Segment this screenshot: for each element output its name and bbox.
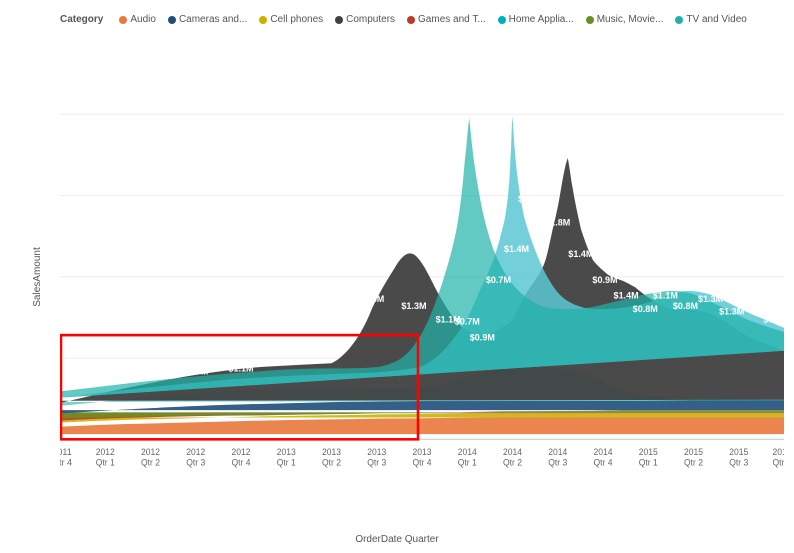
- chart-svg: 2011 Qtr 4 2012 Qtr 1 2012 Qtr 2 2012 Qt…: [60, 33, 784, 481]
- svg-text:$0.7M: $0.7M: [486, 275, 511, 285]
- svg-text:Qtr 2: Qtr 2: [503, 457, 522, 467]
- legend-item: Cameras and...: [168, 14, 247, 25]
- svg-text:2012: 2012: [232, 447, 251, 457]
- svg-text:$2.3M: $2.3M: [359, 294, 384, 304]
- svg-text:Qtr 1: Qtr 1: [458, 457, 477, 467]
- legend-item: Music, Movie...: [586, 14, 664, 25]
- legend: Category Audio Cameras and... Cell phones C…: [60, 10, 784, 33]
- legend-item: Cell phones: [259, 14, 323, 25]
- svg-text:$0.8M: $0.8M: [633, 304, 658, 314]
- legend-item-label: Computers: [346, 14, 395, 25]
- svg-text:Qtr 4: Qtr 4: [773, 457, 784, 467]
- svg-text:2012: 2012: [186, 447, 205, 457]
- svg-text:2014: 2014: [594, 447, 613, 457]
- legend-item-label: TV and Video: [686, 14, 746, 25]
- legend-color-dot: [335, 16, 343, 24]
- svg-text:$1.3M: $1.3M: [698, 294, 723, 304]
- svg-text:Qtr 1: Qtr 1: [639, 457, 658, 467]
- legend-color-dot: [168, 16, 176, 24]
- svg-text:Qtr 4: Qtr 4: [413, 457, 432, 467]
- svg-text:2015: 2015: [639, 447, 658, 457]
- legend-item: TV and Video: [675, 14, 746, 25]
- legend-item-label: Home Applia...: [509, 14, 574, 25]
- svg-text:Qtr 3: Qtr 3: [186, 457, 205, 467]
- legend-item-label: Music, Movie...: [597, 14, 664, 25]
- svg-text:$0.9M: $0.9M: [470, 332, 495, 342]
- svg-text:$1.1M: $1.1M: [228, 363, 253, 373]
- legend-title: Category: [60, 14, 103, 25]
- svg-text:Qtr 3: Qtr 3: [729, 457, 748, 467]
- svg-text:2011: 2011: [60, 447, 72, 457]
- legend-item-label: Audio: [130, 14, 156, 25]
- svg-text:2015: 2015: [684, 447, 703, 457]
- svg-text:2014: 2014: [503, 447, 522, 457]
- legend-item: Games and T...: [407, 14, 486, 25]
- svg-text:2014: 2014: [548, 447, 567, 457]
- svg-text:2012: 2012: [96, 447, 115, 457]
- svg-text:2013: 2013: [322, 447, 341, 457]
- svg-text:2013: 2013: [413, 447, 432, 457]
- chart-container: Category Audio Cameras and... Cell phones C…: [0, 0, 794, 553]
- svg-text:$0.8M: $0.8M: [763, 314, 784, 324]
- svg-text:Qtr 1: Qtr 1: [277, 457, 296, 467]
- legend-color-dot: [407, 16, 415, 24]
- svg-text:$1.3M: $1.3M: [719, 306, 744, 316]
- legend-item-label: Cameras and...: [179, 14, 247, 25]
- svg-text:2014: 2014: [458, 447, 477, 457]
- svg-text:Qtr 3: Qtr 3: [548, 457, 567, 467]
- svg-text:Qtr 1: Qtr 1: [96, 457, 115, 467]
- svg-text:$1.1M: $1.1M: [653, 291, 678, 301]
- legend-color-dot: [498, 16, 506, 24]
- svg-text:$0.7M: $0.7M: [183, 367, 208, 377]
- svg-text:$1.0M: $1.0M: [93, 376, 118, 386]
- svg-text:Qtr 4: Qtr 4: [60, 457, 72, 467]
- legend-color-dot: [259, 16, 267, 24]
- svg-text:Qtr 4: Qtr 4: [232, 457, 251, 467]
- svg-text:2013: 2013: [367, 447, 386, 457]
- svg-text:Qtr 2: Qtr 2: [141, 457, 160, 467]
- svg-text:$1.9M: $1.9M: [518, 194, 543, 204]
- y-axis-label: SalesAmount: [32, 247, 43, 306]
- svg-text:2015: 2015: [729, 447, 748, 457]
- svg-text:Qtr 3: Qtr 3: [367, 457, 386, 467]
- svg-text:Qtr 2: Qtr 2: [684, 457, 703, 467]
- svg-text:2015: 2015: [772, 447, 784, 457]
- svg-text:2012: 2012: [141, 447, 160, 457]
- chart-area: 2011 Qtr 4 2012 Qtr 1 2012 Qtr 2 2012 Qt…: [60, 33, 784, 481]
- legend-item: Audio: [119, 14, 156, 25]
- svg-text:$1.3M: $1.3M: [401, 301, 426, 311]
- legend-color-dot: [586, 16, 594, 24]
- svg-text:$0.8M: $0.8M: [673, 301, 698, 311]
- svg-text:$0.9M: $0.9M: [592, 275, 617, 285]
- svg-text:$1.4M: $1.4M: [614, 291, 639, 301]
- svg-text:Qtr 4: Qtr 4: [594, 457, 613, 467]
- svg-text:$0.7M: $0.7M: [455, 317, 480, 327]
- legend-item: Computers: [335, 14, 395, 25]
- legend-item-label: Games and T...: [418, 14, 486, 25]
- svg-text:2013: 2013: [277, 447, 296, 457]
- svg-text:$1.4M: $1.4M: [504, 244, 529, 254]
- legend-item-label: Cell phones: [270, 14, 323, 25]
- legend-color-dot: [119, 16, 127, 24]
- svg-text:$1.5M: $1.5M: [741, 296, 766, 306]
- svg-text:$1.4M: $1.4M: [568, 249, 593, 259]
- svg-text:$1.0M: $1.0M: [138, 367, 163, 377]
- svg-text:$1.8M: $1.8M: [545, 218, 570, 228]
- svg-text:Qtr 2: Qtr 2: [322, 457, 341, 467]
- legend-item: Home Applia...: [498, 14, 574, 25]
- legend-color-dot: [675, 16, 683, 24]
- x-axis-label: OrderDate Quarter: [355, 534, 438, 545]
